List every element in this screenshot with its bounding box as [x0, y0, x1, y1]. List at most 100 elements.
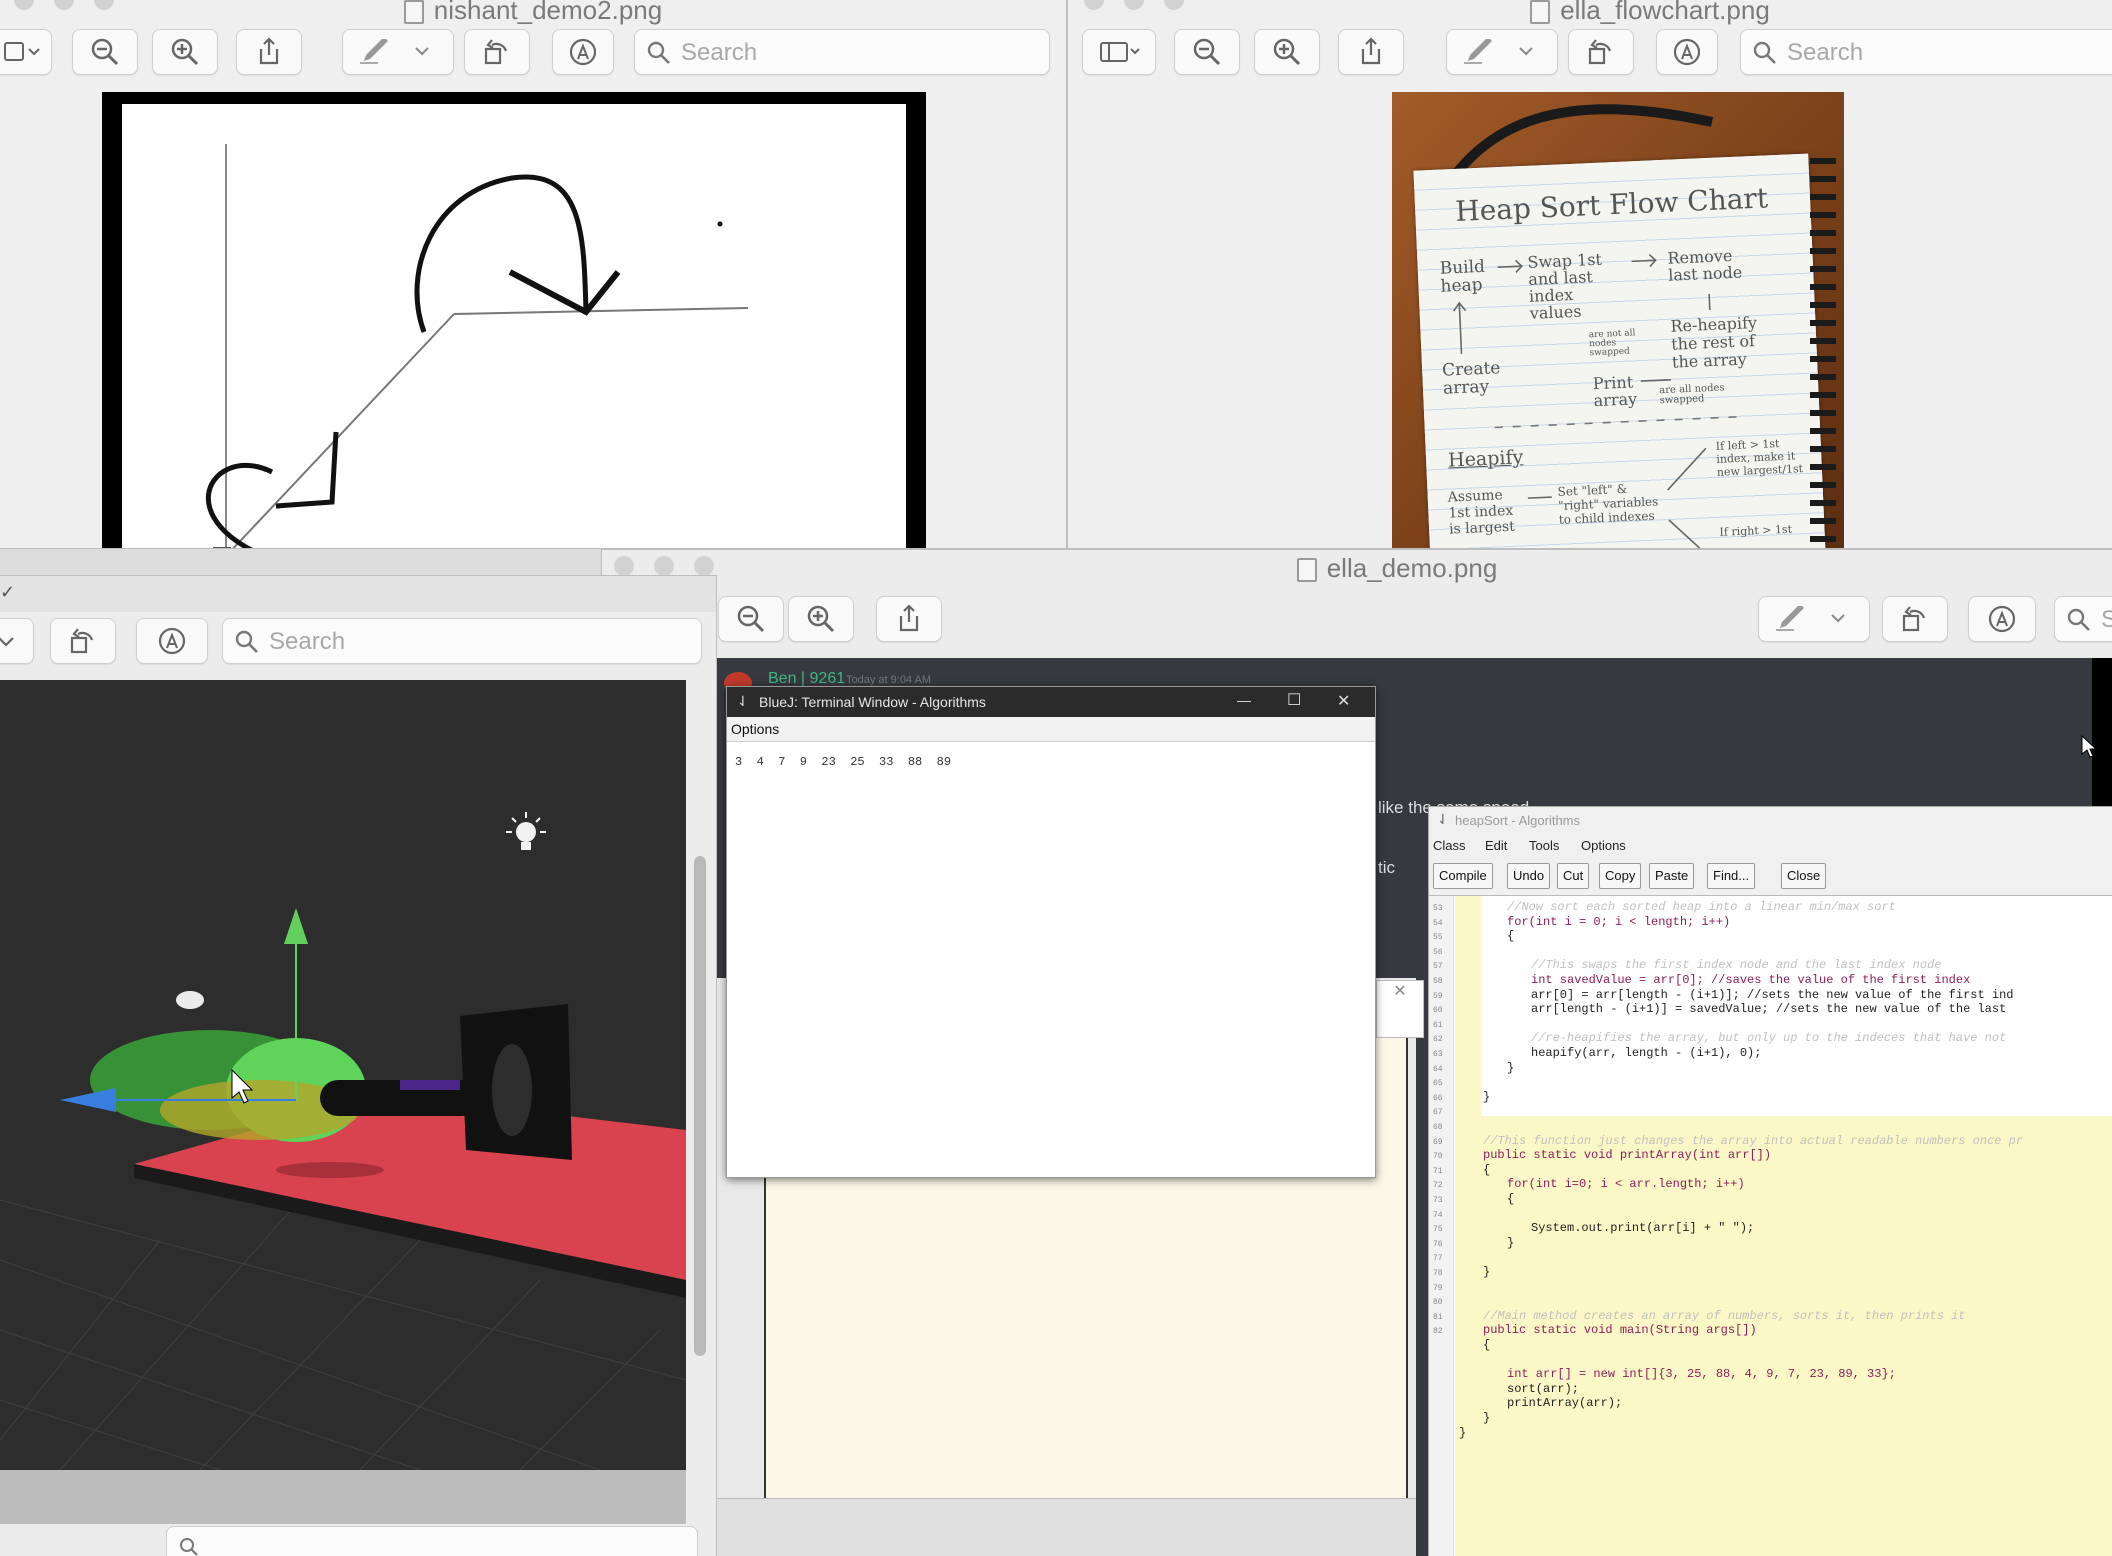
editor-menu-tools[interactable]: Tools — [1529, 838, 1559, 853]
minimize-button[interactable]: — — [1237, 692, 1251, 708]
share-button[interactable] — [876, 596, 942, 642]
zoom-out-icon — [91, 38, 119, 66]
document-icon — [1530, 0, 1551, 25]
annotate-button[interactable] — [136, 618, 208, 664]
search-placeholder: S — [2101, 606, 2112, 633]
code-line: //Main method creates an array of number… — [1483, 1308, 1966, 1323]
window-title: ella_flowchart.png — [1188, 0, 2112, 26]
spiral-binding — [1810, 158, 1836, 548]
document-icon — [403, 0, 424, 25]
terminal-title: BlueJ: Terminal Window - Algorithms — [759, 694, 986, 710]
code-line: { — [1507, 1192, 1515, 1206]
search-placeholder: Search — [1787, 39, 1864, 66]
rotate-button[interactable] — [464, 29, 530, 75]
editor-menu-edit[interactable]: Edit — [1485, 838, 1507, 853]
zoom-in-icon — [807, 605, 835, 633]
bottom-bar — [0, 1470, 686, 1524]
code-line: } — [1507, 1235, 1515, 1250]
code-line: for(int i = 0; i < length; i++) — [1507, 914, 1731, 929]
zoom-out-button[interactable] — [718, 596, 784, 642]
terminal-menu-bar: Options — [727, 717, 1375, 742]
markup-pen-button[interactable] — [342, 29, 454, 75]
scrollbar[interactable] — [694, 856, 706, 1356]
code-line: //Now sort each sorted heap into a linea… — [1507, 900, 1896, 914]
zoom-out-button[interactable] — [1174, 29, 1240, 75]
menu-options[interactable]: Options — [731, 721, 779, 737]
code-line: int savedValue = arr[0]; //saves the val… — [1531, 973, 1971, 987]
bluej-icon: ⇃ — [737, 693, 749, 709]
share-icon — [1361, 37, 1381, 65]
code-line: for(int i=0; i < arr.length; i++) — [1507, 1177, 1745, 1192]
window-title-text: ella_flowchart.png — [1560, 0, 1770, 25]
maximize-button[interactable]: ☐ — [1287, 690, 1301, 710]
preview-window-flowchart[interactable]: ella_flowchart.png Search Heap Sort Flow… — [1068, 0, 2112, 548]
editor-menu-options[interactable]: Options — [1581, 838, 1626, 853]
sidebar-icon — [1100, 42, 1140, 62]
rotate-button[interactable] — [50, 618, 116, 664]
search-icon — [180, 1538, 198, 1556]
bluej-icon: ⇃ — [1437, 811, 1449, 827]
window-title-text: nishant_demo2.png — [433, 0, 663, 25]
flow-arrows — [1452, 254, 1745, 548]
pen-icon — [1464, 39, 1533, 64]
terminal-window[interactable]: ⇃ BlueJ: Terminal Window - Algorithms — … — [726, 686, 1376, 1178]
markup-icon — [158, 627, 186, 655]
zoom-in-button[interactable] — [788, 596, 854, 642]
editor-button-undo[interactable]: Undo — [1507, 863, 1551, 889]
terminal-title-bar[interactable]: ⇃ BlueJ: Terminal Window - Algorithms — … — [727, 687, 1375, 717]
editor-button-compile[interactable]: Compile — [1433, 863, 1493, 889]
window-title-bar — [0, 576, 716, 612]
close-button[interactable]: ✕ — [1337, 691, 1350, 711]
share-button[interactable] — [1338, 29, 1404, 75]
code-line: arr[length - (i+1)] = savedValue; //sets… — [1531, 1002, 2007, 1017]
zoom-out-button[interactable] — [72, 29, 138, 75]
editor-button-find[interactable]: Find... — [1707, 863, 1756, 889]
sidebar-toggle-button[interactable] — [1082, 29, 1156, 75]
annotate-button[interactable] — [1656, 29, 1718, 75]
preview-window-3d-scene[interactable]: ✓ Search — [0, 576, 716, 1556]
search-field[interactable]: Search — [634, 29, 1050, 75]
editor-button-cut[interactable]: Cut — [1557, 863, 1590, 889]
zoom-in-button[interactable] — [152, 29, 218, 75]
code-line: } — [1483, 1265, 1491, 1279]
document-icon — [1296, 558, 1317, 583]
search-field[interactable]: Search — [1740, 29, 2112, 75]
code-line: int arr[] = new int[]{3, 25, 88, 4, 9, 7… — [1507, 1367, 1896, 1382]
search-icon — [1753, 41, 1776, 64]
editor-window[interactable]: ⇃ heapSort - Algorithms Class Edit Tools Op… — [1428, 806, 2112, 1556]
3d-viewport — [0, 680, 686, 1470]
editor-toolbar: Compile Undo Cut Copy Paste Find... Close — [1429, 859, 2112, 891]
dialog-fragment: ✕ — [1376, 980, 1424, 1038]
sidebar-toggle-button[interactable] — [0, 29, 52, 75]
window-controls[interactable] — [1084, 0, 1204, 15]
editor-button-close[interactable]: Close — [1781, 863, 1827, 889]
markup-pen-button[interactable] — [1446, 29, 1558, 75]
rotate-button[interactable] — [1568, 29, 1634, 75]
dropdown-button[interactable] — [0, 618, 34, 664]
preview-window-ella-demo[interactable]: ella_demo.png S Ben | 9261 Today at 9:04… — [602, 550, 2112, 1556]
rotate-button[interactable] — [1882, 596, 1948, 642]
editor-menu-class[interactable]: Class — [1433, 838, 1466, 853]
zoom-in-icon — [171, 38, 199, 66]
code-area[interactable]: 53 54 55 56 57 58 59 60 61 62 63 64 65 66 67 68 69 70 71 72… — [1429, 895, 2112, 1556]
zoom-out-icon — [737, 605, 765, 633]
editor-button-paste[interactable]: Paste — [1649, 863, 1695, 889]
bottom-search-field[interactable] — [166, 1526, 698, 1556]
window-title: nishant_demo2.png — [0, 0, 1066, 26]
code-line: //This function just changes the array i… — [1483, 1133, 2024, 1148]
code-lines: //Now sort each sorted heap into a linea… — [1429, 896, 2112, 1556]
zoom-in-button[interactable] — [1254, 29, 1320, 75]
preview-window-nishant[interactable]: nishant_demo2.png Search — [0, 0, 1066, 548]
search-field[interactable]: Search — [222, 618, 702, 664]
code-line: public static void printArray(int arr[]) — [1483, 1148, 1772, 1163]
markup-pen-button[interactable] — [1758, 596, 1870, 642]
annotate-button[interactable] — [552, 29, 614, 75]
code-line: //This swaps the first index node and th… — [1531, 958, 1942, 973]
share-button[interactable] — [236, 29, 302, 75]
code-line: { — [1483, 1162, 1491, 1177]
search-field[interactable]: S — [2054, 596, 2112, 642]
pen-icon — [360, 39, 429, 64]
annotate-button[interactable] — [1968, 596, 2036, 642]
window-title: ella_demo.png — [1064, 555, 1730, 584]
editor-button-copy[interactable]: Copy — [1599, 863, 1642, 889]
